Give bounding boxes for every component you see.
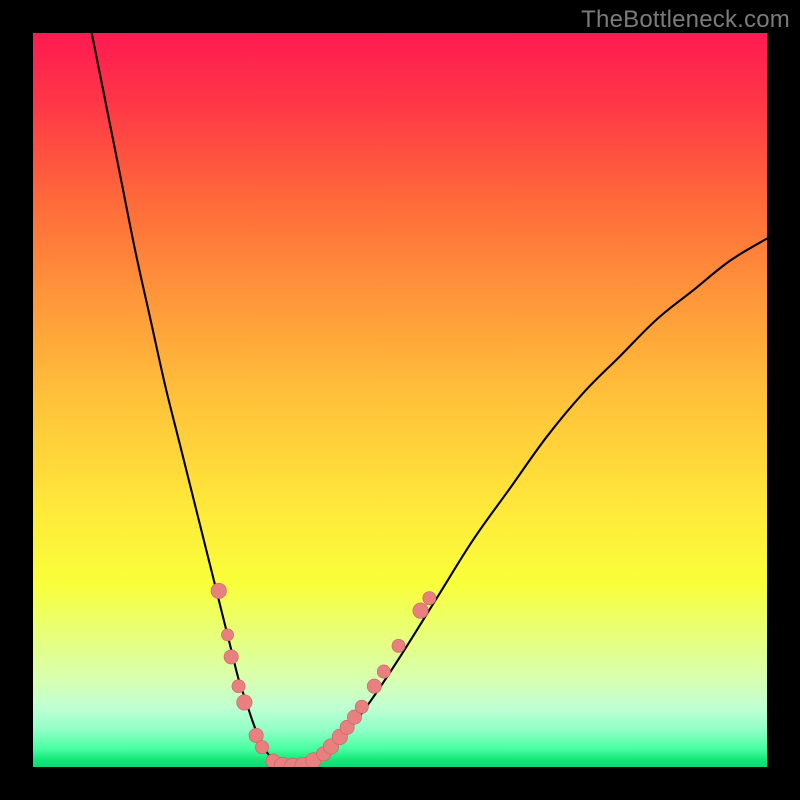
bottleneck-curve-svg [33, 33, 767, 767]
plot-area [33, 33, 767, 767]
curve-marker [355, 700, 368, 713]
curve-marker [367, 679, 381, 693]
curve-marker [232, 680, 245, 693]
curve-marker [423, 592, 436, 605]
curve-marker [224, 650, 238, 664]
curve-marker [392, 639, 405, 652]
watermark-text: TheBottleneck.com [581, 6, 790, 34]
bottleneck-curve [92, 33, 767, 767]
curve-marker [211, 583, 226, 598]
curve-markers [211, 583, 436, 767]
curve-marker [255, 741, 268, 754]
curve-marker [237, 695, 252, 710]
curve-marker [413, 603, 428, 618]
curve-marker [377, 665, 390, 678]
chart-frame: TheBottleneck.com [0, 0, 800, 800]
curve-marker [221, 629, 233, 641]
